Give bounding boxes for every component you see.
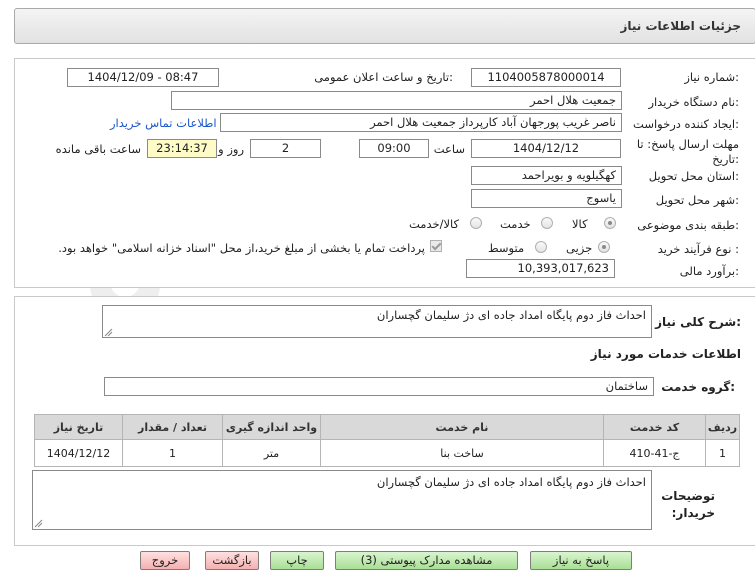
province-label: استان محل تحویل: [648, 169, 739, 183]
back-button[interactable]: بازگشت [205, 551, 259, 570]
resize-handle-icon[interactable] [34, 519, 43, 528]
buyer-notes-textarea[interactable]: احداث فاز دوم پایگاه امداد جاده ای دژ سل… [32, 470, 652, 530]
service-group-label: گروه خدمت: [661, 380, 735, 394]
remaining-time-field: 23:14:37 [147, 139, 217, 158]
cell-service-code: ج-41-410 [603, 439, 706, 467]
creator-label: ایجاد کننده درخواست: [633, 117, 739, 131]
buyer-notes-label: توضیحات خریدار: [661, 489, 715, 520]
contact-info-link[interactable]: اطلاعات تماس خریدار [110, 116, 217, 130]
buyer-org-field: جمعیت هلال احمر [171, 91, 622, 110]
col-unit: واحد اندازه گیری [222, 414, 321, 440]
table-header-row: ردیف کد خدمت نام خدمت واحد اندازه گیری ت… [34, 414, 740, 440]
page-title: جزئیات اطلاعات نیاز [620, 19, 741, 33]
process-radio-medium[interactable] [535, 241, 547, 253]
estimate-label: برآورد مالی: [679, 264, 739, 278]
days-label: روز و [218, 142, 244, 156]
announce-field: 1404/12/09 - 08:47 [67, 68, 219, 87]
cell-quantity: 1 [122, 439, 223, 467]
estimate-field: 10,393,017,623 [466, 259, 615, 278]
category-option-goods: کالا [572, 217, 588, 231]
city-field: یاسوج [471, 189, 622, 208]
cell-need-date: 1404/12/12 [34, 439, 123, 467]
buyer-org-label: نام دستگاه خریدار: [648, 95, 739, 109]
category-radio-goods-service[interactable] [470, 217, 482, 229]
col-need-date: تاریخ نیاز [34, 414, 123, 440]
col-service-name: نام خدمت [320, 414, 604, 440]
process-label: نوع فرآیند خرید : [657, 242, 739, 256]
need-number-label: شماره نیاز: [684, 70, 739, 84]
col-row-number: ردیف [705, 414, 740, 440]
treasury-payment-checkbox[interactable] [430, 240, 442, 252]
cell-row-number: 1 [705, 439, 740, 467]
description-textarea[interactable]: احداث فاز دوم پایگاه امداد جاده ای دژ سل… [102, 305, 652, 338]
description-label: شرح کلی نیاز: [655, 315, 741, 329]
category-label: طبقه بندی موضوعی: [637, 218, 739, 232]
need-number-field: 1104005878000014 [471, 68, 621, 87]
cell-unit: متر [222, 439, 321, 467]
page-header: جزئیات اطلاعات نیاز [14, 8, 755, 44]
province-field: کهگیلویه و بویراحمد [471, 166, 622, 185]
service-group-field: ساختمان [104, 377, 654, 396]
reply-button[interactable]: پاسخ به نیاز [530, 551, 632, 570]
announce-label: تاریخ و ساعت اعلان عمومی: [314, 70, 453, 84]
exit-button[interactable]: خروج [140, 551, 190, 570]
view-attachments-button[interactable]: مشاهده مدارک پیوستی (3) [335, 551, 518, 570]
services-section-title: اطلاعات خدمات مورد نیاز [590, 347, 741, 361]
process-option-minor: جزیی [566, 241, 593, 255]
col-service-code: کد خدمت [603, 414, 706, 440]
category-option-goods-service: کالا/خدمت [409, 217, 460, 231]
remaining-label: ساعت باقی مانده [55, 142, 141, 156]
cell-service-name: ساخت بنا [320, 439, 604, 467]
deadline-time-label: ساعت [433, 142, 465, 156]
deadline-label: مهلت ارسال پاسخ: تا تاریخ: [636, 137, 739, 166]
creator-field: ناصر غریب پورجهان آباد کارپرداز جمعیت هل… [220, 113, 622, 132]
days-field: 2 [250, 139, 321, 158]
treasury-payment-note: پرداخت تمام یا بخشی از مبلغ خرید،از محل … [58, 241, 425, 255]
resize-handle-icon[interactable] [104, 328, 113, 337]
deadline-date-field: 1404/12/12 [471, 139, 621, 158]
print-button[interactable]: چاپ [270, 551, 324, 570]
table-row: 1 ج-41-410 ساخت بنا متر 1 1404/12/12 [34, 439, 740, 467]
services-table: ردیف کد خدمت نام خدمت واحد اندازه گیری ت… [34, 414, 740, 467]
category-option-service: خدمت [500, 217, 531, 231]
col-quantity: تعداد / مقدار [122, 414, 223, 440]
category-radio-goods[interactable] [604, 217, 616, 229]
category-radio-service[interactable] [541, 217, 553, 229]
process-option-medium: متوسط [488, 241, 525, 255]
city-label: شهر محل تحویل: [655, 193, 739, 207]
deadline-time-field: 09:00 [359, 139, 429, 158]
process-radio-minor[interactable] [598, 241, 610, 253]
